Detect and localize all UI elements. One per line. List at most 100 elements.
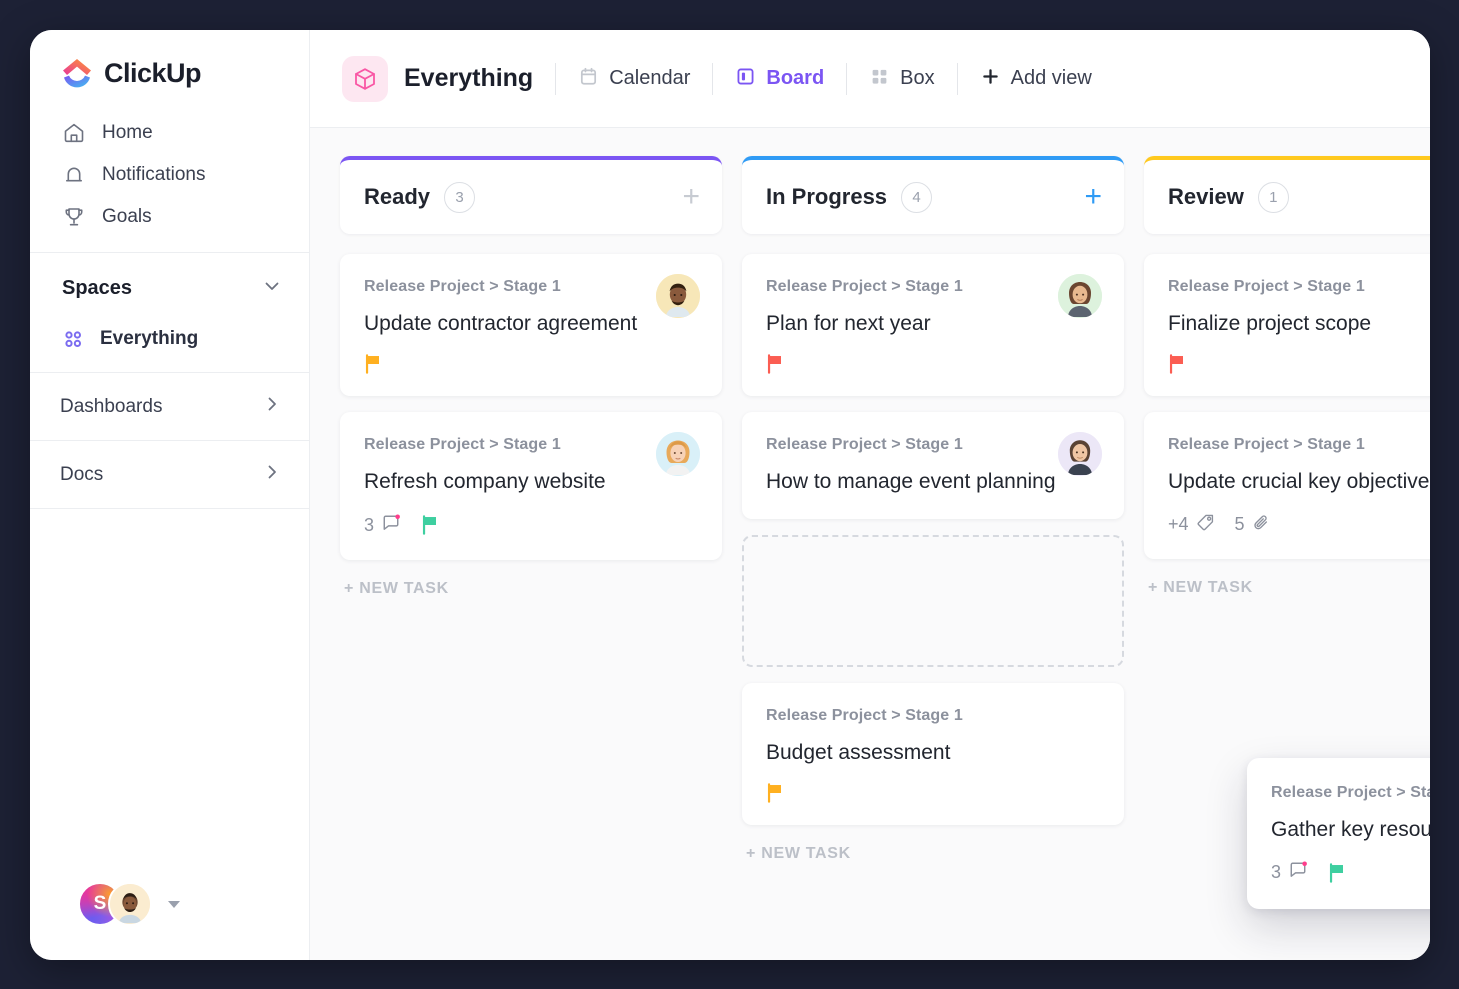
spaces-label: Spaces <box>62 277 133 299</box>
chevron-right-icon[interactable] <box>261 461 283 488</box>
card-meta: 3 <box>364 513 698 538</box>
plus-icon <box>980 66 1001 92</box>
card-title: How to manage event planning <box>766 470 1056 494</box>
card-meta: 3 <box>1271 860 1430 885</box>
column-header[interactable]: In Progress 4 + <box>742 156 1124 234</box>
brand-logo[interactable]: ClickUp <box>30 30 309 112</box>
task-card[interactable]: Release Project > Stage 1 Update crucial… <box>1144 412 1430 559</box>
calendar-icon <box>578 66 599 92</box>
comment-count[interactable]: 3 <box>364 513 401 538</box>
card-title: Update contractor agreement <box>364 312 638 335</box>
caret-down-icon[interactable] <box>168 900 180 908</box>
assignee-avatar[interactable] <box>656 274 700 318</box>
grid-dots-icon <box>62 328 84 350</box>
comment-icon <box>1288 860 1308 885</box>
home-icon <box>62 121 86 145</box>
comment-count-value: 3 <box>1271 862 1282 883</box>
comment-icon <box>381 513 401 538</box>
user-avatar[interactable] <box>108 882 152 926</box>
kanban-board: Ready 3 + Release Project > Stage 1 Upda… <box>310 128 1430 960</box>
trophy-icon <box>62 205 86 229</box>
add-task-button[interactable]: + <box>1084 182 1102 212</box>
sidebar-item-home[interactable]: Home <box>30 112 309 154</box>
priority-flag[interactable] <box>364 354 383 375</box>
sidebar-item-notifications[interactable]: Notifications <box>30 154 309 196</box>
spaces-header[interactable]: Spaces <box>30 253 309 320</box>
sidebar-item-label: Home <box>102 122 153 143</box>
brand-name: ClickUp <box>104 57 202 88</box>
screen: ClickUp Home Notifications Goals Spaces … <box>0 0 1459 989</box>
add-view-button[interactable]: Add view <box>958 56 1114 102</box>
sidebar-item-label: Docs <box>60 463 104 485</box>
sidebar-divider <box>30 508 309 509</box>
attachment-count[interactable]: 5 <box>1235 513 1271 537</box>
sidebar-item-label: Dashboards <box>60 395 163 417</box>
new-task-button[interactable]: + NEW TASK <box>742 845 1124 863</box>
main-area: Everything Calendar Board Box Add view R… <box>310 30 1430 960</box>
tab-calendar[interactable]: Calendar <box>556 56 712 102</box>
priority-flag[interactable] <box>766 354 785 375</box>
column-cards: Release Project > Stage 1 Finalize proje… <box>1144 254 1430 559</box>
avatar-stack[interactable]: S <box>78 882 152 926</box>
tab-board[interactable]: Board <box>713 56 846 102</box>
new-task-button[interactable]: + NEW TASK <box>1144 579 1430 597</box>
task-card[interactable]: Release Project > Stage 1 Update contrac… <box>340 254 722 397</box>
column-header-left: Ready 3 <box>364 181 476 213</box>
card-breadcrumb: Release Project > Stage 1 <box>766 706 963 724</box>
column-name: In Progress <box>766 184 888 209</box>
card-breadcrumb: Release Project > Stage 1 <box>364 436 561 454</box>
page-title: Everything <box>404 64 534 92</box>
column-header[interactable]: Review 1 + <box>1144 156 1430 234</box>
assignee-avatar[interactable] <box>1058 274 1102 318</box>
sidebar-item-label: Notifications <box>102 164 206 185</box>
task-card[interactable]: Release Project > Stage 1 Refresh compan… <box>340 412 722 560</box>
dragged-task-card[interactable]: Release Project > Stage 1 Gather key res… <box>1247 758 1430 910</box>
column-header[interactable]: Ready 3 + <box>340 156 722 234</box>
tab-label: Calendar <box>609 67 691 89</box>
drop-placeholder <box>742 534 1124 667</box>
priority-flag[interactable] <box>766 783 785 803</box>
task-card[interactable]: Release Project > Stage 1 How to manage … <box>742 412 1124 519</box>
sidebar-item-docs[interactable]: Docs <box>30 441 309 508</box>
card-breadcrumb: Release Project > Stage 1 <box>1271 784 1430 801</box>
chevron-right-icon[interactable] <box>261 393 283 420</box>
sidebar-item-dashboards[interactable]: Dashboards <box>30 373 309 440</box>
card-breadcrumb: Release Project > Stage 1 <box>766 278 963 295</box>
sidebar-item-label: Everything <box>100 328 199 349</box>
column-name: Review <box>1168 184 1244 209</box>
priority-flag[interactable] <box>1328 863 1347 883</box>
tab-box[interactable]: Box <box>847 56 956 102</box>
flag-icon <box>422 515 437 535</box>
priority-flag[interactable] <box>1168 354 1187 375</box>
add-task-button[interactable]: + <box>682 182 700 212</box>
column-count: 1 <box>1257 181 1289 213</box>
card-meta <box>766 783 1100 803</box>
new-task-button[interactable]: + NEW TASK <box>340 580 722 598</box>
task-card[interactable]: Release Project > Stage 1 Plan for next … <box>742 254 1124 397</box>
task-card[interactable]: Release Project > Stage 1 Budget assessm… <box>742 682 1124 826</box>
card-title: Refresh company website <box>364 470 606 494</box>
cube-icon <box>342 55 388 102</box>
board-icon <box>735 66 756 92</box>
tab-label: Box <box>900 67 935 89</box>
view-toolbar: Everything Calendar Board Box Add view <box>310 30 1430 128</box>
sidebar-item-goals[interactable]: Goals <box>30 196 309 238</box>
box-grid-icon <box>869 66 890 92</box>
sidebar-item-label: Goals <box>102 206 152 227</box>
primary-nav: Home Notifications Goals <box>30 112 309 252</box>
tag-count[interactable]: +4 <box>1168 513 1215 537</box>
priority-flag[interactable] <box>421 515 440 535</box>
comment-count[interactable]: 3 <box>1271 860 1308 885</box>
column-count: 3 <box>444 181 476 213</box>
task-card[interactable]: Release Project > Stage 1 Finalize proje… <box>1144 254 1430 397</box>
chevron-down-icon[interactable] <box>261 275 283 302</box>
column-header-left: In Progress 4 <box>766 181 933 213</box>
card-title: Gather key resources <box>1271 818 1430 841</box>
tag-count-value: +4 <box>1168 514 1189 535</box>
card-breadcrumb: Release Project > Stage 1 <box>1168 278 1365 295</box>
card-meta <box>1168 354 1430 375</box>
sidebar-item-everything[interactable]: Everything <box>30 320 309 372</box>
card-title: Budget assessment <box>766 740 951 764</box>
column-count: 4 <box>901 181 933 213</box>
column-header-left: Review 1 <box>1168 181 1289 213</box>
